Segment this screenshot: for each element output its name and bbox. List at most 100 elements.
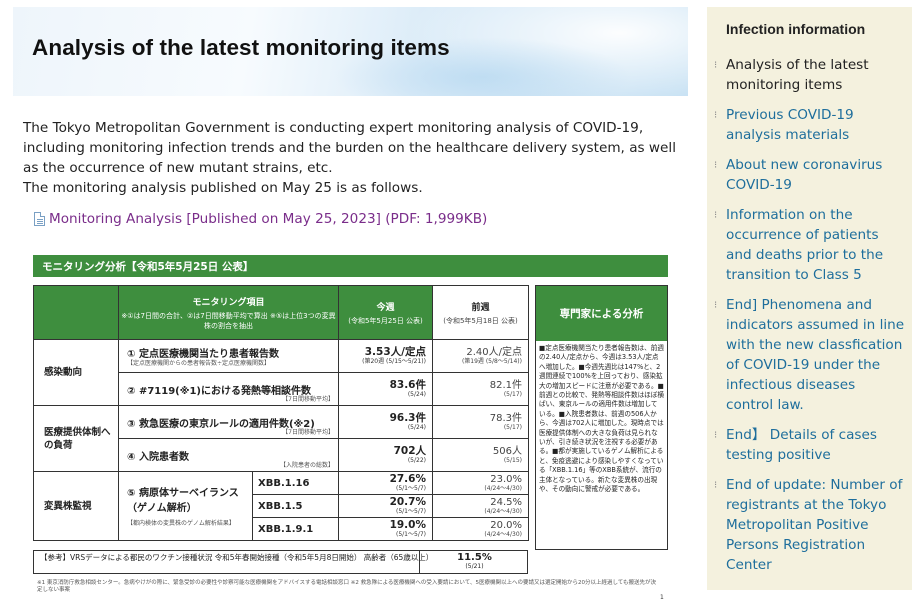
document-icon	[34, 212, 45, 226]
table-header-blank	[33, 285, 119, 340]
strain-name: XBB.1.5	[252, 494, 339, 518]
header-last-week-note: (令和5年5月18日 公表)	[443, 316, 518, 325]
bullet-icon: ⁝	[714, 480, 718, 491]
this-week-value: 96.3件 (5/24)	[338, 405, 433, 439]
sidebar-item-label[interactable]: About new coronavirus COVID-19	[726, 157, 882, 193]
item-note: 【定点医療機関からの患者報告数÷定点医療機関数】	[127, 359, 271, 367]
value-text: 3.53人/定点	[364, 345, 426, 358]
value-text: 96.3件	[389, 411, 426, 424]
value-text: 83.6件	[389, 378, 426, 391]
value-date: (4/24～4/30)	[484, 484, 522, 492]
last-week-value: 23.0% (4/24～4/30)	[432, 471, 529, 495]
page-header-banner: Analysis of the latest monitoring items	[13, 7, 688, 96]
last-week-value: 20.0% (4/24～4/30)	[432, 517, 529, 541]
sidebar-item-label[interactable]: End】 Details of cases testing positive	[726, 427, 877, 463]
sidebar-item-label[interactable]: Analysis of the latest monitoring items	[726, 57, 869, 93]
last-week-value: 24.5% (4/24～4/30)	[432, 494, 529, 518]
strain-name: XBB.1.9.1	[252, 517, 339, 541]
header-items-label: モニタリング項目	[192, 297, 265, 308]
value-date: (4/24～4/30)	[484, 507, 522, 515]
value-text: 23.0%	[490, 473, 522, 485]
value-text: 20.0%	[490, 519, 522, 531]
value-date: (5/1～5/7)	[396, 484, 426, 492]
sidebar-item-registration-center[interactable]: ⁝ End of update: Number of registrants at…	[714, 475, 912, 575]
value-text: 24.5%	[490, 496, 522, 508]
header-this-week-label: 今週	[376, 302, 395, 313]
table-header-items: モニタリング項目 ※①は7日間の合計、②は7日間移動平均で算出 ※⑤は上位3つの…	[118, 285, 339, 340]
reference-text: 【参考】VRSデータによる都民のワクチン接種状況 令和5年春開始接種（令和5年5…	[40, 553, 434, 562]
expert-analysis-box: 専門家による分析 ■定点医療機関当たり患者報告数は、前週の2.40人/定点から、…	[535, 285, 668, 550]
sidebar-item-label[interactable]: Information on the occurrence of patient…	[726, 207, 883, 283]
value-text: 20.7%	[389, 495, 426, 508]
item-cell: ② #7119(※1)における発熱等相談件数 【7日間移動平均】	[118, 372, 339, 406]
item-label: ⑤ 病原体サーベイランス（ゲノム解析）	[127, 488, 239, 514]
monitoring-table: モニタリング項目 ※①は7日間の合計、②は7日間移動平均で算出 ※⑤は上位3つの…	[33, 285, 529, 541]
item-note: 【7日間移動平均】	[282, 429, 334, 436]
value-date: (第19週 (5/8～5/14))	[461, 357, 522, 365]
sidebar-item-phenomena-indicators[interactable]: ⁝ End] Phenomena and indicators assumed i…	[714, 295, 912, 415]
sidebar-item-latest-analysis[interactable]: ⁝ Analysis of the latest monitoring items	[714, 55, 912, 95]
intro-paragraph: The Tokyo Metropolitan Government is con…	[23, 120, 676, 176]
last-week-value: 78.3件 (5/17)	[432, 405, 529, 439]
this-week-value: 3.53人/定点 (第20週 (5/15～5/21))	[338, 339, 433, 373]
variant-item-cell: ⑤ 病原体サーベイランス（ゲノム解析） 【都内検体の変異株のゲノム解析結果】	[118, 471, 253, 541]
value-date: (4/24～4/30)	[484, 530, 522, 538]
value-text: 19.0%	[389, 518, 426, 531]
value-text: 702人	[393, 444, 426, 457]
item-cell: ④ 入院患者数 【入院患者の総数】	[118, 438, 339, 472]
value-text: 78.3件	[489, 412, 522, 424]
sidebar-item-label[interactable]: End] Phenomena and indicators assumed in…	[726, 297, 904, 413]
item-note: 【都内検体の変異株のゲノム解析結果】	[127, 520, 235, 527]
value-date: (5/17)	[503, 390, 522, 398]
value-date: (第20週 (5/15～5/21))	[362, 357, 426, 365]
monitoring-analysis-pdf-link[interactable]: Monitoring Analysis [Published on May 25…	[34, 211, 487, 227]
sidebar-item-previous-materials[interactable]: ⁝ Previous COVID-19 analysis materials	[714, 105, 912, 145]
header-items-note: ※①は7日間の合計、②は7日間移動平均で算出 ※⑤は上位3つの変異株の割合を抽出	[121, 311, 336, 330]
value-date: (5/1～5/7)	[396, 507, 426, 515]
category-medical-burden: 医療提供体制への負荷	[33, 405, 119, 472]
item-label: ① 定点医療機関当たり患者報告数	[127, 348, 279, 360]
this-week-value: 19.0% (5/1～5/7)	[338, 517, 433, 541]
header-this-week-note: (令和5年5月25日 公表)	[348, 316, 423, 325]
last-week-value: 2.40人/定点 (第19週 (5/8～5/14))	[432, 339, 529, 373]
table-header-this-week: 今週 (令和5年5月25日 公表)	[338, 285, 433, 340]
value-text: 27.6%	[389, 472, 426, 485]
bullet-icon: ⁝	[714, 110, 718, 121]
expert-analysis-text: ■定点医療機関当たり患者報告数は、前週の2.40人/定点から、今週は3.53人/…	[539, 344, 664, 494]
category-infection: 感染動向	[33, 339, 119, 406]
table-row: 変異株監視 ⑤ 病原体サーベイランス（ゲノム解析） 【都内検体の変異株のゲノム解…	[33, 471, 529, 541]
category-variant: 変異株監視	[33, 471, 119, 541]
this-week-value: 702人 (5/22)	[338, 438, 433, 472]
expert-analysis-header: 専門家による分析	[536, 286, 667, 341]
intro-paragraph: The monitoring analysis published on May…	[23, 180, 423, 196]
intro-text: The Tokyo Metropolitan Government is con…	[23, 118, 683, 198]
sidebar-item-label[interactable]: Previous COVID-19 analysis materials	[726, 107, 854, 143]
sidebar-item-patients-deaths[interactable]: ⁝ Information on the occurrence of patien…	[714, 205, 912, 285]
sidebar-list: ⁝ Analysis of the latest monitoring items…	[714, 55, 912, 575]
sidebar-item-about-covid[interactable]: ⁝ About new coronavirus COVID-19	[714, 155, 912, 195]
page-title: Analysis of the latest monitoring items	[32, 35, 450, 60]
document-page-number: 1	[660, 594, 664, 600]
sidebar-item-positive-cases[interactable]: ⁝ End】 Details of cases testing positive	[714, 425, 912, 465]
sidebar: Infection information ⁝ Analysis of the l…	[707, 7, 912, 590]
value-date: (5/24)	[407, 390, 426, 398]
item-label: ④ 入院患者数	[127, 451, 189, 463]
this-week-value: 83.6件 (5/24)	[338, 372, 433, 406]
value-date: (5/1～5/7)	[396, 530, 426, 538]
item-note: 【7日間移動平均】	[282, 396, 334, 403]
table-row: 感染動向 ① 定点医療機関当たり患者報告数 【定点医療機関からの患者報告数÷定点…	[33, 339, 529, 406]
value-text: 506人	[492, 445, 522, 457]
header-last-week-label: 前週	[471, 302, 490, 313]
value-date: (5/24)	[407, 423, 426, 431]
document-title: モニタリング分析【令和5年5月25日 公表】	[33, 255, 668, 277]
item-cell: ① 定点医療機関当たり患者報告数 【定点医療機関からの患者報告数÷定点医療機関数…	[118, 339, 339, 373]
last-week-value: 82.1件 (5/17)	[432, 372, 529, 406]
sidebar-item-label[interactable]: End of update: Number of registrants at …	[726, 477, 902, 573]
bullet-icon: ⁝	[714, 60, 718, 71]
document-footnote: ※1 東京消防庁救急相談センター。急病やけがの際に、緊急受診の必要性や診察可能な…	[37, 580, 657, 593]
table-header-row: モニタリング項目 ※①は7日間の合計、②は7日間移動平均で算出 ※⑤は上位3つの…	[33, 285, 529, 340]
item-cell: ③ 救急医療の東京ルールの適用件数(※2) 【7日間移動平均】	[118, 405, 339, 439]
value-text: 2.40人/定点	[466, 346, 522, 358]
reference-value: 11.5% (5/21)	[419, 551, 529, 573]
table-header-last-week: 前週 (令和5年5月18日 公表)	[432, 285, 529, 340]
